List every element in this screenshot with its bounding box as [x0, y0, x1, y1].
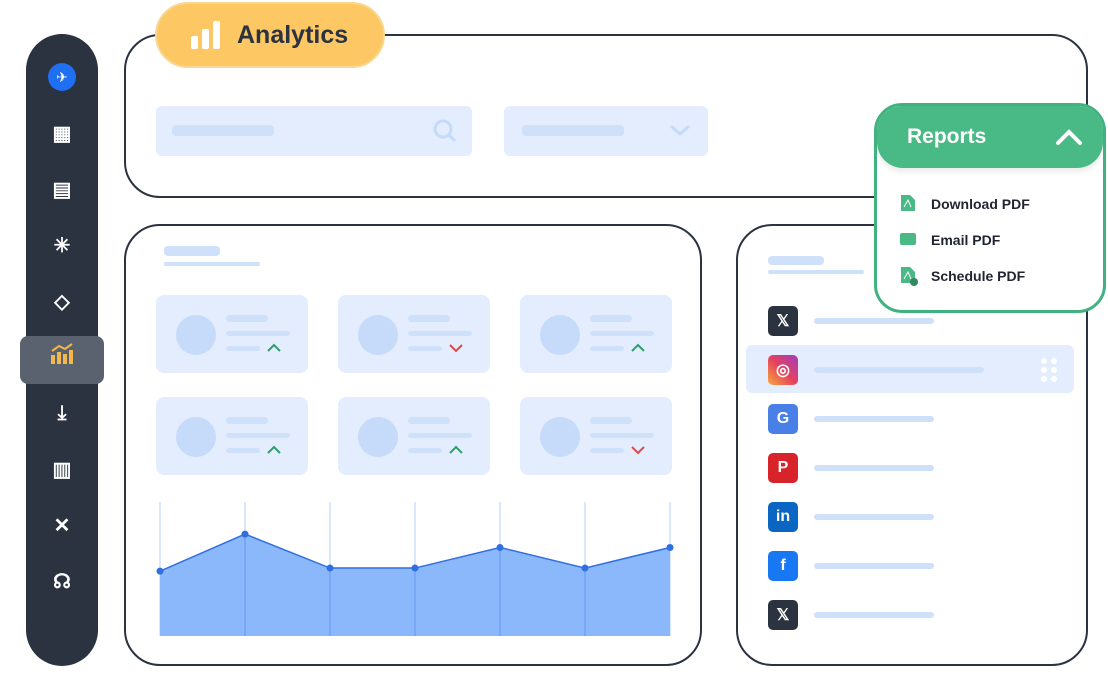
reports-title: Reports — [907, 125, 987, 148]
pdf-icon — [901, 195, 915, 211]
stat-card[interactable] — [520, 397, 672, 475]
feedback-icon: ▤ — [52, 178, 72, 201]
sidebar-item-library[interactable]: ▥ — [47, 454, 77, 484]
trend-down-icon — [449, 344, 463, 353]
sidebar-item-analytics[interactable] — [47, 342, 77, 372]
stat-card[interactable] — [156, 397, 308, 475]
social-row-placeholder — [814, 563, 934, 569]
sidebar-item-feedback[interactable]: ▤ — [47, 174, 77, 204]
data-point[interactable] — [581, 564, 589, 572]
stat-card[interactable] — [520, 295, 672, 373]
report-item-label: Schedule PDF — [931, 268, 1026, 284]
stat-avatar — [540, 417, 580, 457]
stat-card[interactable] — [156, 295, 308, 373]
linkedin-icon[interactable]: in — [768, 502, 798, 532]
data-point[interactable] — [326, 564, 334, 572]
paper-plane-logo-icon: ✈ — [48, 63, 76, 91]
stat-avatar — [540, 315, 580, 355]
email-icon — [900, 233, 916, 245]
sidebar-item-network[interactable]: ✳ — [47, 230, 77, 260]
report-item-email-pdf[interactable]: Email PDF — [899, 230, 1000, 250]
stat-avatar — [358, 417, 398, 457]
headset-icon: ☊ — [53, 570, 71, 593]
page-title: Analytics — [237, 20, 349, 49]
data-point[interactable] — [156, 567, 164, 575]
trend-up-icon — [449, 445, 463, 454]
report-item-label: Download PDF — [931, 196, 1030, 212]
network-icon: ✳ — [53, 234, 71, 257]
report-item-schedule-pdf[interactable]: Schedule PDF — [899, 266, 1025, 286]
workflow-icon: ◇ — [54, 290, 70, 313]
reports-toggle[interactable]: Reports — [877, 106, 1103, 168]
facebook-icon[interactable]: f — [768, 551, 798, 581]
social-row-placeholder — [814, 318, 934, 324]
x-icon[interactable]: 𝕏 — [768, 600, 798, 630]
stat-avatar — [176, 417, 216, 457]
stat-card[interactable] — [338, 295, 490, 373]
trend-down-icon — [631, 446, 645, 455]
trend-up-icon — [267, 343, 281, 352]
analytics-icon — [50, 343, 74, 371]
report-item-label: Email PDF — [931, 232, 1001, 248]
stat-card[interactable] — [338, 397, 490, 475]
search-icon — [433, 119, 457, 143]
drag-handle-icon[interactable] — [1040, 357, 1058, 383]
sidebar-item-paper-plane-logo[interactable]: ✈ — [47, 62, 77, 92]
search-input[interactable] — [156, 106, 472, 156]
sidebar-item-workflow[interactable]: ◇ — [47, 286, 77, 316]
stat-avatar — [358, 315, 398, 355]
library-icon: ▥ — [52, 458, 72, 481]
google-business-icon[interactable]: G — [768, 404, 798, 434]
tools-icon: ✕ — [53, 514, 71, 537]
sidebar-item-inbox-download[interactable]: ⤓ — [47, 398, 77, 428]
analytics-badge: Analytics — [155, 2, 385, 68]
filter-dropdown[interactable] — [504, 106, 708, 156]
social-row-placeholder — [814, 612, 934, 618]
social-row-placeholder — [814, 465, 934, 471]
social-row-placeholder — [814, 367, 984, 373]
sidebar-item-tools[interactable]: ✕ — [47, 510, 77, 540]
inbox-download-icon: ⤓ — [57, 401, 67, 424]
sidebar-item-dashboard[interactable]: ▦ — [47, 118, 77, 148]
sidebar-item-headset[interactable]: ☊ — [47, 566, 77, 596]
reports-dropdown: Reports Download PDF Email PDF Schedule PD… — [874, 103, 1106, 313]
data-point[interactable] — [411, 564, 419, 572]
area-chart — [156, 502, 674, 636]
data-point[interactable] — [241, 530, 249, 538]
social-row-placeholder — [814, 416, 934, 422]
schedule-pdf-icon — [901, 267, 918, 286]
data-point[interactable] — [666, 543, 674, 551]
dashboard-icon: ▦ — [52, 122, 72, 145]
instagram-icon[interactable]: ◎ — [768, 355, 798, 385]
x-icon[interactable]: 𝕏 — [768, 306, 798, 336]
social-row-placeholder — [814, 514, 934, 520]
trend-up-icon — [267, 445, 281, 454]
trend-up-icon — [631, 343, 645, 352]
chevron-down-icon — [670, 124, 690, 137]
data-point[interactable] — [496, 543, 504, 551]
report-item-download-pdf[interactable]: Download PDF — [899, 194, 1030, 214]
stat-avatar — [176, 315, 216, 355]
pinterest-icon[interactable]: P — [768, 453, 798, 483]
bar-chart-icon — [191, 21, 220, 49]
chevron-up-icon — [1056, 129, 1082, 145]
